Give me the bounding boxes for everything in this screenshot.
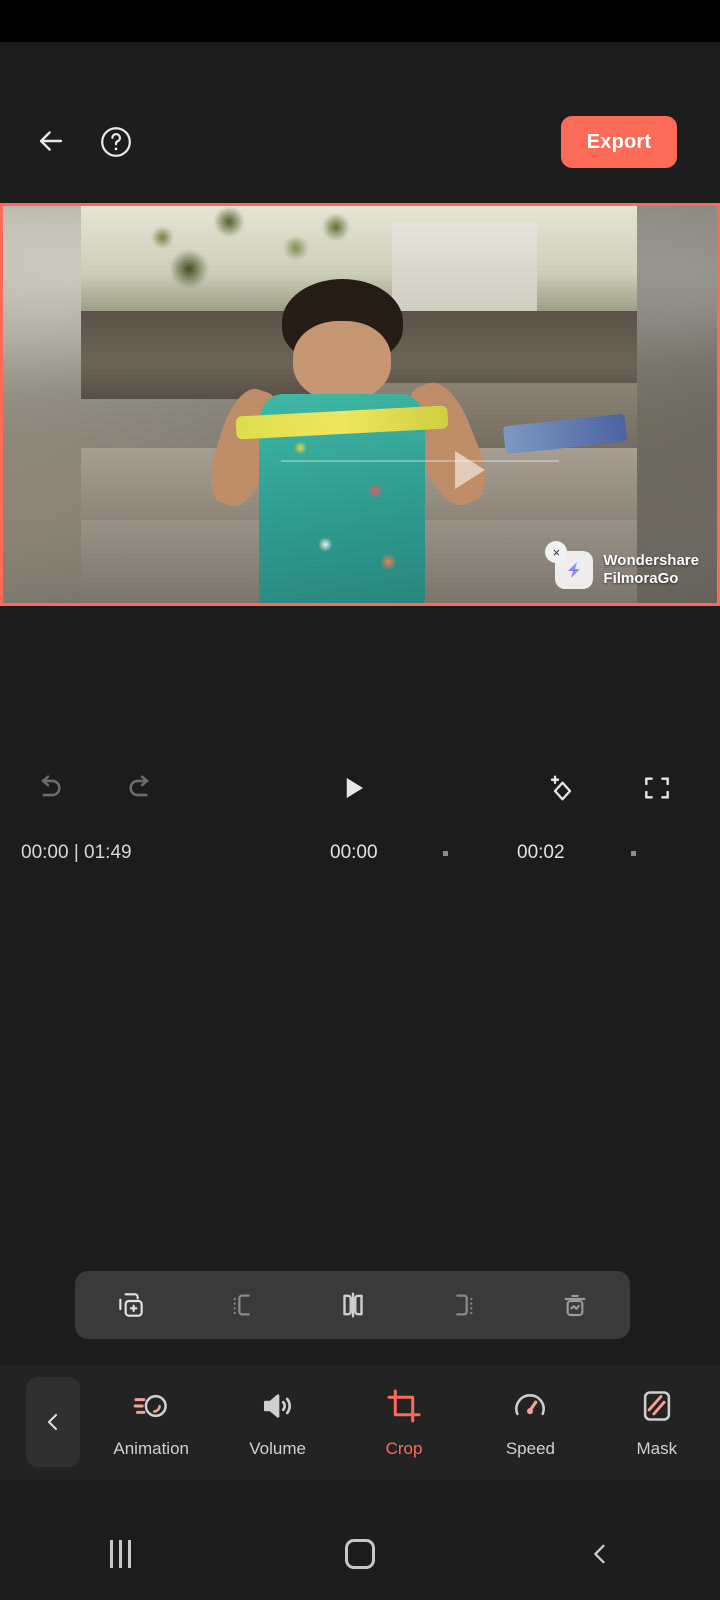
filmorago-logo-icon: × — [545, 541, 594, 589]
tool-label: Crop — [385, 1438, 423, 1458]
duplicate-clip-icon[interactable] — [75, 1271, 186, 1339]
tool-label: Volume — [249, 1438, 306, 1458]
split-clip-icon[interactable] — [297, 1271, 408, 1339]
watermark-subtitle: FilmoraGo — [603, 570, 679, 587]
watermark[interactable]: × Wondershare FilmoraGo — [545, 541, 699, 589]
ruler-dot — [631, 851, 636, 856]
help-circle-icon[interactable] — [92, 118, 140, 166]
bottom-toolbar: Animation Volume Crop Speed Mask — [0, 1365, 720, 1480]
clip-action-bar — [75, 1271, 630, 1339]
home-icon[interactable] — [240, 1539, 480, 1569]
undo-icon[interactable] — [16, 752, 80, 824]
trim-left-icon[interactable] — [186, 1271, 297, 1339]
delete-clip-icon[interactable] — [519, 1271, 630, 1339]
crop-icon — [385, 1387, 423, 1430]
mask-icon — [638, 1387, 676, 1430]
tool-label: Speed — [505, 1438, 555, 1458]
app-header: Export — [0, 42, 720, 200]
speed-gauge-icon — [511, 1387, 549, 1430]
app-screen: Export × Wondershare FilmoraGo 00:00 | 0… — [0, 0, 720, 1600]
status-bar — [0, 0, 720, 42]
toolbar-collapse-button[interactable] — [26, 1377, 80, 1467]
export-button[interactable]: Export — [561, 116, 677, 168]
timeline-ruler: 00:00 | 01:49 00:00 00:02 — [0, 838, 720, 874]
nav-back-icon[interactable] — [480, 1540, 720, 1568]
trim-right-icon[interactable] — [408, 1271, 519, 1339]
redo-icon[interactable] — [110, 752, 174, 824]
tool-crop[interactable]: Crop — [341, 1365, 467, 1480]
time-display: 00:00 | 01:49 — [21, 842, 132, 863]
player-controls — [0, 752, 720, 824]
ruler-dot — [443, 851, 448, 856]
play-button[interactable] — [321, 752, 385, 824]
tool-label: Mask — [636, 1438, 678, 1458]
timeline[interactable]: COVER 109.0s x1.0 ADD MY MUSIC — [0, 876, 720, 1266]
export-label: Export — [586, 130, 652, 153]
tool-mask[interactable]: Mask — [594, 1365, 720, 1480]
watermark-text: Wondershare FilmoraGo — [603, 552, 699, 589]
animation-icon — [132, 1387, 170, 1430]
watermark-title: Wondershare — [603, 551, 699, 569]
ruler-tick-0: 00:00 — [330, 842, 378, 863]
tool-label: Animation — [113, 1438, 189, 1458]
ruler-tick-2: 00:02 — [517, 842, 565, 863]
tool-volume[interactable]: Volume — [214, 1365, 340, 1480]
play-triangle-icon[interactable] — [455, 451, 485, 489]
video-preview[interactable]: × Wondershare FilmoraGo — [0, 203, 720, 606]
keyframe-add-icon[interactable] — [529, 752, 593, 824]
close-glyph: × — [552, 544, 561, 560]
fullscreen-icon[interactable] — [625, 752, 689, 824]
back-arrow-icon[interactable] — [28, 118, 74, 164]
android-nav-bar — [0, 1508, 720, 1600]
recents-icon[interactable] — [0, 1540, 240, 1568]
tool-animation[interactable]: Animation — [88, 1365, 214, 1480]
tool-speed[interactable]: Speed — [467, 1365, 593, 1480]
volume-icon — [259, 1387, 297, 1430]
